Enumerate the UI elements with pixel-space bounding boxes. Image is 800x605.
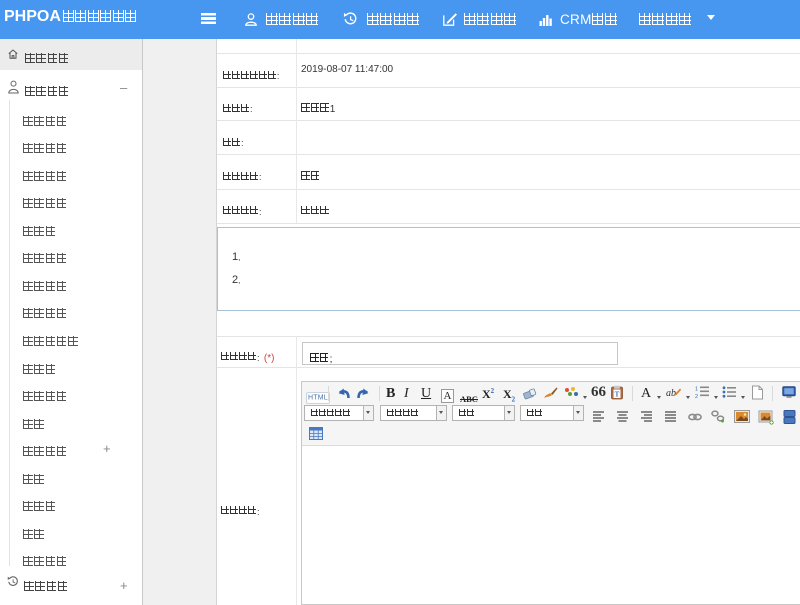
svg-text:T: T [615,391,620,399]
svg-text:ab: ab [666,388,676,399]
svg-text:2: 2 [695,394,698,399]
svg-text:1: 1 [695,387,698,393]
